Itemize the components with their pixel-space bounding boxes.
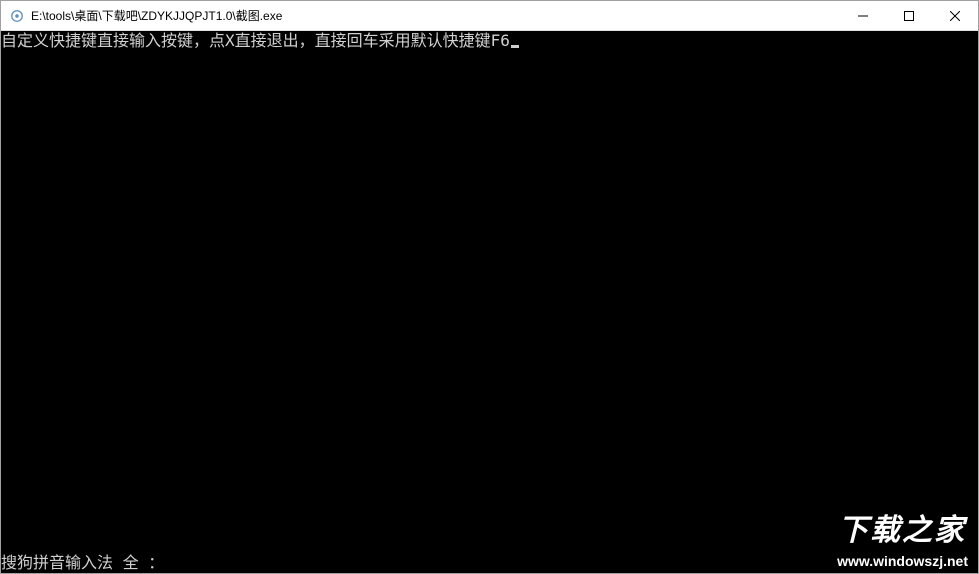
app-window: E:\tools\桌面\下载吧\ZDYKJJQPJT1.0\截图.exe 自定义…: [0, 0, 979, 574]
close-button[interactable]: [932, 1, 978, 30]
console-prompt-line: 自定义快捷键直接输入按键，点X直接退出，直接回车采用默认快捷键F6: [1, 31, 519, 51]
console-ime-line: 搜狗拼音输入法 全 ：: [1, 553, 164, 573]
console-area[interactable]: 自定义快捷键直接输入按键，点X直接退出，直接回车采用默认快捷键F6 搜狗拼音输入…: [1, 31, 978, 573]
watermark-text: 下载之家: [838, 505, 966, 549]
maximize-button[interactable]: [886, 1, 932, 30]
watermark-url: www.windowszj.net: [837, 553, 968, 569]
window-controls: [840, 1, 978, 30]
app-icon: [9, 8, 25, 24]
window-title: E:\tools\桌面\下载吧\ZDYKJJQPJT1.0\截图.exe: [31, 7, 282, 24]
titlebar-left: E:\tools\桌面\下载吧\ZDYKJJQPJT1.0\截图.exe: [9, 7, 282, 24]
titlebar[interactable]: E:\tools\桌面\下载吧\ZDYKJJQPJT1.0\截图.exe: [1, 1, 978, 31]
text-cursor: [511, 45, 519, 48]
minimize-button[interactable]: [840, 1, 886, 30]
console-ime-text: 搜狗拼音输入法 全 ：: [1, 553, 164, 572]
console-prompt-text: 自定义快捷键直接输入按键，点X直接退出，直接回车采用默认快捷键F6: [1, 31, 510, 50]
